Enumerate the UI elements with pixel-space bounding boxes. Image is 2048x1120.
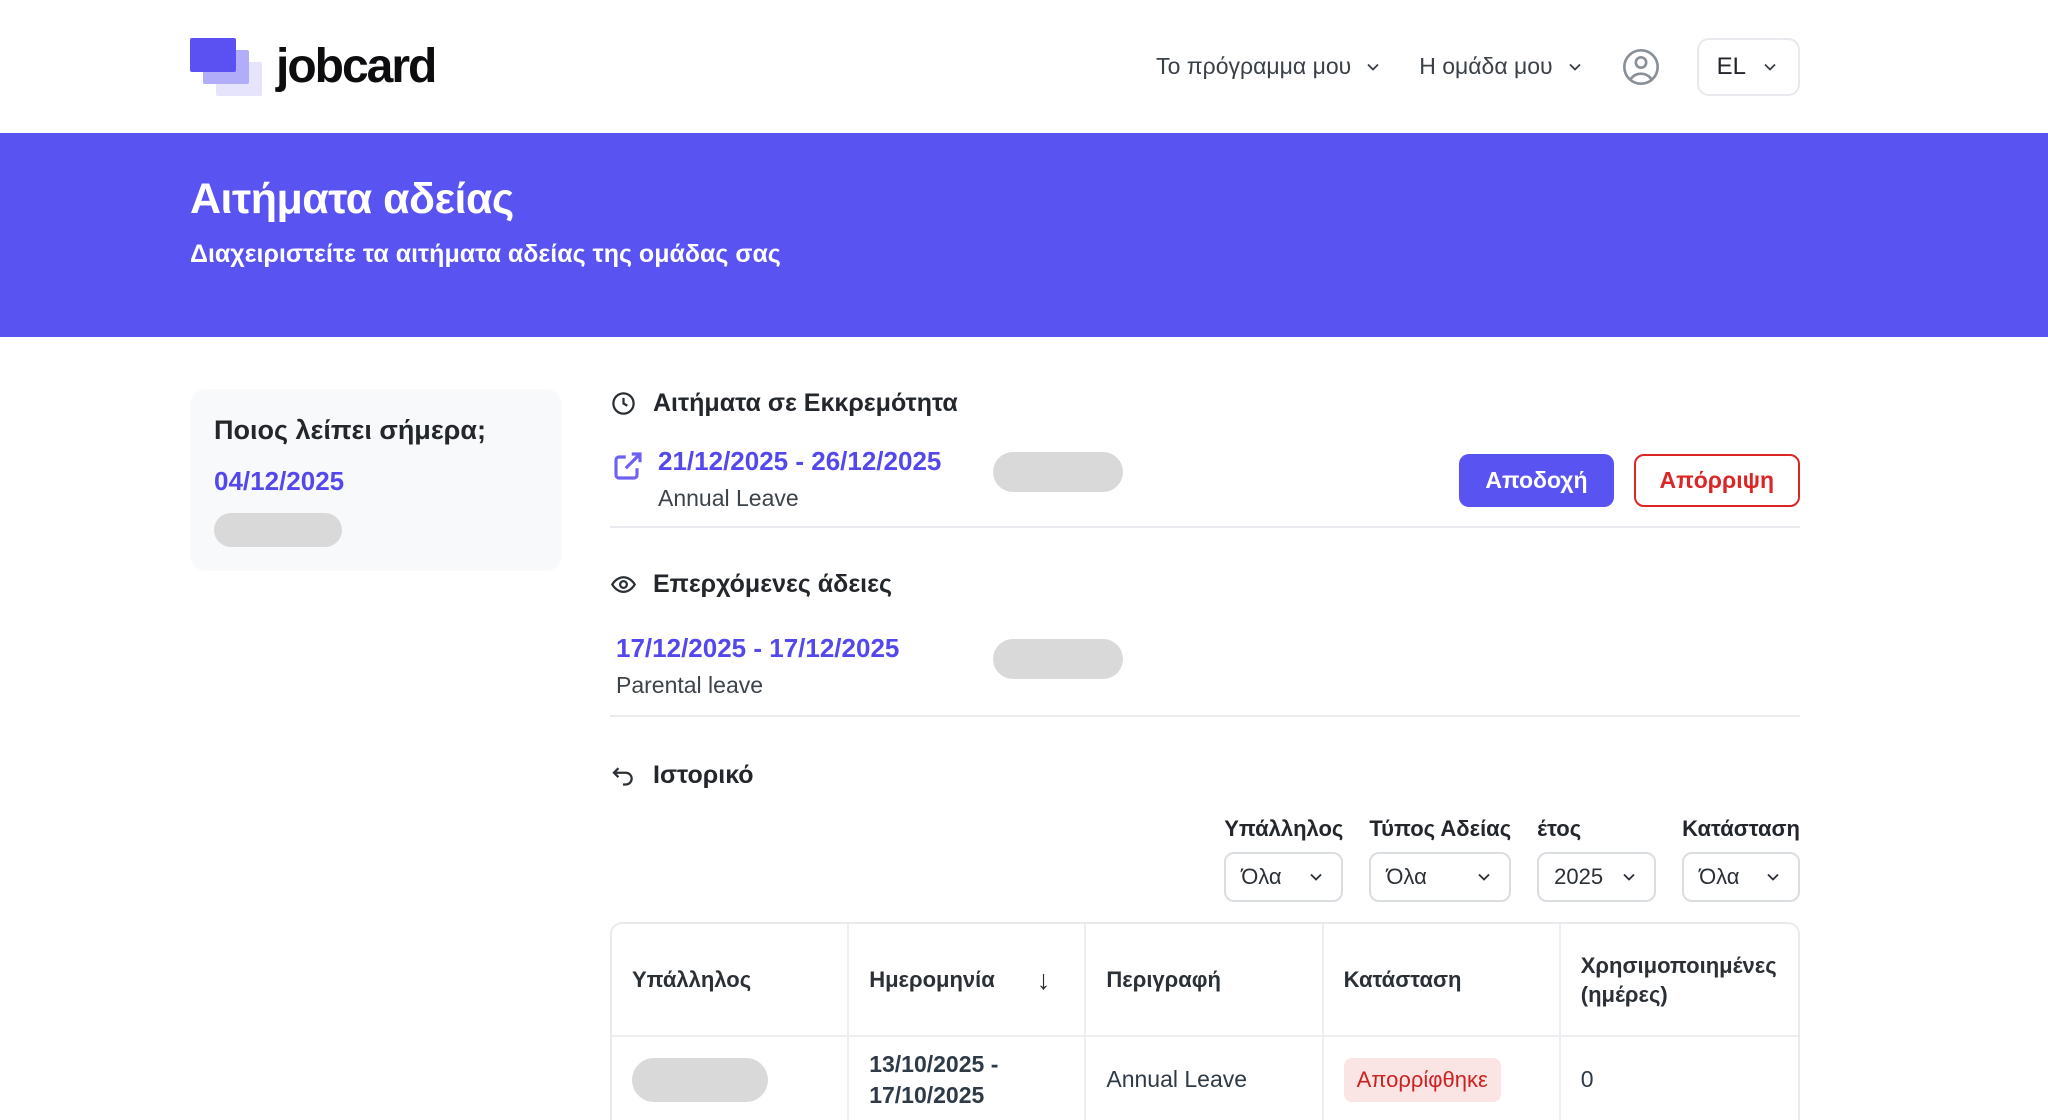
chevron-down-icon: [1760, 57, 1780, 77]
chevron-down-icon: [1565, 57, 1585, 77]
filter-employee-value: Όλα: [1241, 864, 1281, 890]
pending-section-title: Αιτήματα σε Εκκρεμότητα: [653, 389, 958, 418]
filter-employee-label: Υπάλληλος: [1224, 816, 1343, 842]
upcoming-leave-dates-link[interactable]: 17/12/2025 - 17/12/2025: [616, 633, 993, 664]
filter-status: Κατάσταση Όλα: [1682, 816, 1800, 902]
col-description: Περιγραφή: [1086, 924, 1323, 1035]
logo-square-dark: [190, 38, 236, 72]
col-status: Κατάσταση: [1324, 924, 1561, 1035]
chevron-down-icon: [1619, 867, 1639, 887]
filter-year-value: 2025: [1554, 864, 1603, 890]
pending-request-dates-link[interactable]: 21/12/2025 - 26/12/2025: [658, 446, 941, 477]
nav-my-team[interactable]: Η ομάδα μου: [1419, 53, 1584, 80]
who-is-absent-title: Ποιος λείπει σήμερα;: [214, 415, 538, 446]
col-date-label: Ημερομηνία: [869, 966, 995, 995]
filter-year: έτος 2025: [1537, 816, 1656, 902]
upcoming-section-header: Επερχόμενες άδειες: [610, 570, 1800, 599]
chevron-down-icon: [1306, 867, 1326, 887]
chevron-down-icon: [1763, 867, 1783, 887]
main-content: Ποιος λείπει σήμερα; 04/12/2025 Αιτήματα…: [0, 337, 2048, 1120]
who-is-absent-card: Ποιος λείπει σήμερα; 04/12/2025: [190, 389, 562, 571]
chevron-down-icon: [1474, 867, 1494, 887]
who-is-absent-date-link[interactable]: 04/12/2025: [214, 466, 538, 497]
history-table: Υπάλληλος Ημερομηνία ↓ Περιγραφή Κατάστα…: [610, 922, 1800, 1120]
nav-my-schedule[interactable]: Το πρόγραμμα μου: [1156, 53, 1383, 80]
eye-icon: [610, 571, 637, 598]
chevron-down-icon: [1363, 57, 1383, 77]
main-nav: Το πρόγραμμα μου Η ομάδα μου EL: [1156, 38, 1800, 96]
nav-my-team-label: Η ομάδα μου: [1419, 53, 1552, 80]
cell-dates: 13/10/2025 - 17/10/2025: [849, 1035, 1086, 1120]
sort-descending-icon: ↓: [1037, 963, 1051, 998]
history-section-title: Ιστορικό: [653, 761, 754, 790]
requests-column: Αιτήματα σε Εκκρεμότητα 21/12/2025 - 26/…: [610, 389, 1800, 1120]
filter-leave-type: Τύπος Αδείας Όλα: [1369, 816, 1511, 902]
pending-request-actions: Αποδοχή Απόρριψη: [1459, 454, 1800, 507]
employee-name-placeholder: [993, 452, 1123, 492]
pending-request-info: 21/12/2025 - 26/12/2025 Annual Leave: [610, 446, 993, 512]
filter-employee-select[interactable]: Όλα: [1224, 852, 1343, 902]
top-bar: jobcard Το πρόγραμμα μου Η ομάδα μου EL: [0, 0, 2048, 133]
upcoming-leave-row: 17/12/2025 - 17/12/2025 Parental leave: [610, 599, 1800, 717]
logo[interactable]: jobcard: [190, 38, 435, 96]
filter-status-label: Κατάσταση: [1682, 816, 1800, 842]
upcoming-leave-type: Parental leave: [616, 672, 993, 699]
language-value: EL: [1717, 53, 1746, 81]
col-employee: Υπάλληλος: [612, 924, 849, 1035]
upcoming-leave-text: 17/12/2025 - 17/12/2025 Parental leave: [610, 633, 993, 699]
employee-name-placeholder: [214, 513, 342, 547]
filter-status-select[interactable]: Όλα: [1682, 852, 1800, 902]
filter-leave-type-label: Τύπος Αδείας: [1369, 816, 1511, 842]
pending-section-header: Αιτήματα σε Εκκρεμότητα: [610, 389, 1800, 418]
col-days-used: Χρησιμοποιημένες (ημέρες): [1561, 924, 1798, 1035]
filter-leave-type-value: Όλα: [1386, 864, 1426, 890]
cell-employee: [612, 1035, 849, 1120]
filter-year-label: έτος: [1537, 816, 1656, 842]
history-filters: Υπάλληλος Όλα Τύπος Αδείας Όλα έτος 2025: [610, 816, 1800, 902]
history-undo-icon: [610, 762, 637, 789]
cell-status: Απορρίφθηκε: [1324, 1035, 1561, 1120]
cell-days-used: 0: [1561, 1035, 1798, 1120]
pending-request-text: 21/12/2025 - 26/12/2025 Annual Leave: [658, 446, 941, 512]
history-section-header: Ιστορικό: [610, 761, 1800, 790]
table-header-row: Υπάλληλος Ημερομηνία ↓ Περιγραφή Κατάστα…: [612, 924, 1798, 1035]
logo-text: jobcard: [276, 39, 435, 94]
upcoming-section-title: Επερχόμενες άδειες: [653, 570, 892, 599]
filter-status-value: Όλα: [1699, 864, 1739, 890]
filter-leave-type-select[interactable]: Όλα: [1369, 852, 1511, 902]
hero-banner: Αιτήματα αδείας Διαχειριστείτε τα αιτήμα…: [0, 133, 2048, 337]
pending-request-row: 21/12/2025 - 26/12/2025 Annual Leave Απο…: [610, 418, 1800, 528]
user-icon: [1621, 47, 1661, 87]
col-date: Ημερομηνία ↓: [849, 924, 1086, 1035]
language-selector[interactable]: EL: [1697, 38, 1800, 96]
nav-my-schedule-label: Το πρόγραμμα μου: [1156, 53, 1351, 80]
reject-button[interactable]: Απόρριψη: [1634, 454, 1801, 507]
employee-name-placeholder: [993, 639, 1123, 679]
logo-icon: [190, 38, 260, 96]
table-row[interactable]: 13/10/2025 - 17/10/2025 Annual Leave Απο…: [612, 1035, 1798, 1120]
status-badge: Απορρίφθηκε: [1344, 1058, 1501, 1102]
clock-icon: [610, 390, 637, 417]
page-title: Αιτήματα αδείας: [190, 175, 1800, 224]
pending-request-type: Annual Leave: [658, 485, 941, 512]
filter-year-select[interactable]: 2025: [1537, 852, 1656, 902]
filter-employee: Υπάλληλος Όλα: [1224, 816, 1343, 902]
user-avatar-button[interactable]: [1621, 47, 1661, 87]
sort-by-date[interactable]: Ημερομηνία ↓: [869, 963, 1064, 998]
employee-name-placeholder: [632, 1058, 768, 1102]
approve-button[interactable]: Αποδοχή: [1459, 454, 1613, 507]
page-subtitle: Διαχειριστείτε τα αιτήματα αδείας της ομ…: [190, 240, 1800, 269]
external-link-icon[interactable]: [610, 448, 646, 484]
cell-description: Annual Leave: [1086, 1035, 1323, 1120]
